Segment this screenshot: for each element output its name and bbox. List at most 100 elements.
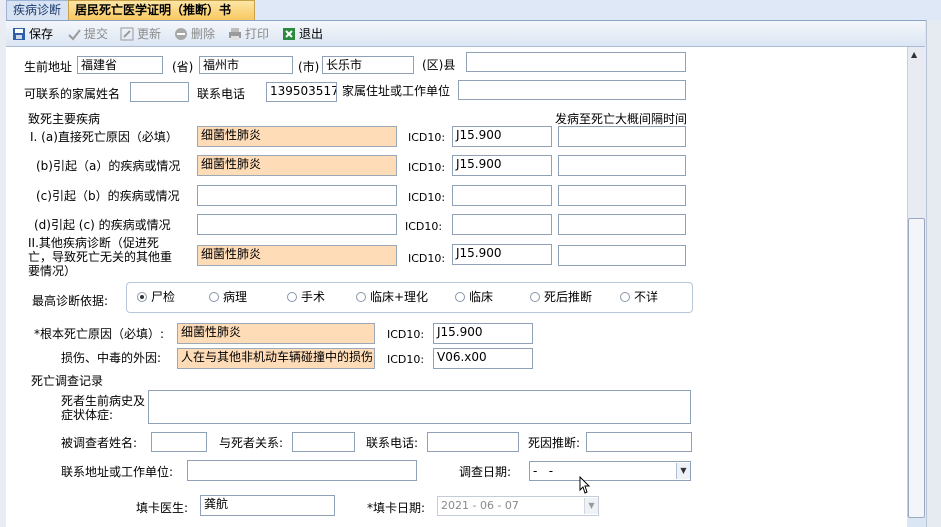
external-cause-icd-label: ICD10: xyxy=(387,353,425,366)
cause-a-icd-field[interactable]: J15.900 xyxy=(452,126,552,147)
mouse-cursor-icon xyxy=(579,475,591,497)
cause-c-icd-field[interactable] xyxy=(452,185,552,206)
radio-autopsy[interactable]: 尸检 xyxy=(137,288,175,305)
radio-icon xyxy=(356,292,366,302)
external-cause-field[interactable]: 人在与其他非机动车辆碰撞中的损伤 xyxy=(177,348,375,369)
root-cause-icd-field[interactable]: J15.900 xyxy=(433,323,533,344)
contact-phone-field[interactable] xyxy=(427,432,519,452)
family-phone-field[interactable]: 13950351793 xyxy=(266,82,337,102)
cause-inference-field[interactable] xyxy=(586,432,692,452)
radio-icon xyxy=(209,292,219,302)
cause-a-interval-field[interactable] xyxy=(558,126,686,147)
delete-label: 删除 xyxy=(191,27,216,41)
radio-unknown[interactable]: 不详 xyxy=(620,288,658,305)
history-field[interactable] xyxy=(148,390,691,424)
contact-phone-label: 联系电话: xyxy=(366,436,419,450)
district-field[interactable]: 长乐市 xyxy=(322,56,414,74)
other-diagnosis-icd-label: ICD10: xyxy=(408,252,446,265)
diagnosis-basis-label: 最高诊断依据: xyxy=(32,294,109,308)
radio-clinical[interactable]: 临床 xyxy=(455,288,493,305)
minus-circle-icon xyxy=(174,27,188,41)
radio-pathology[interactable]: 病理 xyxy=(209,288,247,305)
cause-b-field[interactable]: 细菌性肺炎 xyxy=(197,155,397,176)
dropdown-arrow-icon[interactable]: ▼ xyxy=(584,498,598,514)
district-unit: (区)县 xyxy=(422,58,456,72)
cause-d-icd-label: ICD10: xyxy=(405,220,443,233)
print-label: 打印 xyxy=(245,27,270,41)
relation-label: 与死者关系: xyxy=(219,436,284,450)
other-diagnosis-label: II.其他疾病诊断（促进死亡，导致死亡无关的其他重要情况） xyxy=(28,236,173,278)
radio-pathology-label: 病理 xyxy=(223,290,248,304)
fill-date-picker[interactable]: 2021 - 06 - 07 ▼ xyxy=(437,496,599,516)
fill-date-value: 2021 - 06 - 07 xyxy=(441,499,519,512)
investigation-date-label: 调查日期: xyxy=(459,465,512,479)
cause-d-field[interactable] xyxy=(197,214,397,235)
main-disease-section-label: 致死主要疾病 xyxy=(28,112,101,126)
cause-b-icd-field[interactable]: J15.900 xyxy=(452,155,552,176)
fill-date-label: *填卡日期: xyxy=(367,501,426,515)
check-icon xyxy=(67,27,81,41)
contact-address-field[interactable] xyxy=(187,460,417,481)
scrollbar-thumb[interactable] xyxy=(908,218,925,518)
right-panel-strip xyxy=(926,20,941,527)
city-unit: (市) xyxy=(298,60,320,74)
family-name-field[interactable] xyxy=(130,82,189,102)
print-button[interactable]: 打印 xyxy=(228,25,269,43)
external-cause-label: 损伤、中毒的外因: xyxy=(61,351,162,365)
family-address-field[interactable] xyxy=(458,80,686,100)
radio-selected-icon xyxy=(137,292,147,302)
province-field[interactable]: 福建省 xyxy=(77,56,163,74)
radio-icon xyxy=(455,292,465,302)
cause-inference-label: 死因推断: xyxy=(528,436,581,450)
doctor-label: 填卡医生: xyxy=(136,501,189,515)
external-cause-icd-field[interactable]: V06.x00 xyxy=(433,348,533,369)
exit-button[interactable]: 退出 xyxy=(282,25,323,43)
other-diagnosis-field[interactable]: 细菌性肺炎 xyxy=(197,245,397,266)
radio-postmortem-inference[interactable]: 死后推断 xyxy=(530,288,592,305)
family-name-label: 可联系的家属姓名 xyxy=(24,87,121,101)
submit-button[interactable]: 提交 xyxy=(67,25,108,43)
update-label: 更新 xyxy=(137,27,162,41)
radio-icon xyxy=(287,292,297,302)
investigated-person-label: 被调查者姓名: xyxy=(61,436,138,450)
cause-b-interval-field[interactable] xyxy=(558,155,686,176)
radio-clinical-lab[interactable]: 临床+理化 xyxy=(356,288,428,305)
cause-d-interval-field[interactable] xyxy=(558,214,686,235)
investigated-person-field[interactable] xyxy=(151,432,207,452)
cause-c-field[interactable] xyxy=(197,185,397,206)
radio-surgery[interactable]: 手术 xyxy=(287,288,325,305)
doctor-field[interactable]: 龚航 xyxy=(200,495,335,516)
investigation-date-picker[interactable]: - - ▼ xyxy=(529,461,691,481)
submit-label: 提交 xyxy=(84,27,109,41)
root-cause-icd-label: ICD10: xyxy=(387,328,425,341)
delete-button[interactable]: 删除 xyxy=(174,25,215,43)
dropdown-arrow-icon[interactable]: ▼ xyxy=(676,463,690,479)
other-diagnosis-icd-field[interactable]: J15.900 xyxy=(452,244,552,265)
radio-clinical-lab-label: 临床+理化 xyxy=(370,290,429,304)
radio-surgery-label: 手术 xyxy=(301,290,326,304)
relation-field[interactable] xyxy=(292,432,355,452)
city-field[interactable]: 福州市 xyxy=(199,56,293,74)
root-cause-field[interactable]: 细菌性肺炎 xyxy=(177,323,375,344)
save-label: 保存 xyxy=(29,27,54,41)
save-button[interactable]: 保存 xyxy=(12,25,53,43)
other-diagnosis-interval-field[interactable] xyxy=(558,245,686,266)
cause-c-interval-field[interactable] xyxy=(558,185,686,206)
update-button[interactable]: 更新 xyxy=(120,25,161,43)
scroll-up-icon[interactable]: ▲ xyxy=(911,50,917,59)
root-cause-label: *根本死亡原因（必填）: xyxy=(34,327,165,341)
province-unit: (省) xyxy=(172,60,194,74)
interval-header: 发病至死亡大概间隔时间 xyxy=(555,112,688,126)
investigation-date-value: - - xyxy=(533,464,554,478)
cause-b-icd-label: ICD10: xyxy=(408,161,446,174)
cause-c-icd-label: ICD10: xyxy=(408,191,446,204)
cause-a-field[interactable]: 细菌性肺炎 xyxy=(197,126,397,147)
history-label: 死者生前病史及症状体症: xyxy=(61,394,146,422)
tab-death-certificate[interactable]: 居民死亡医学证明（推断）书 xyxy=(68,0,255,20)
radio-icon xyxy=(530,292,540,302)
family-phone-label: 联系电话 xyxy=(197,87,246,101)
address-detail-field[interactable] xyxy=(466,52,686,72)
cause-d-icd-field[interactable] xyxy=(452,214,552,235)
radio-unknown-label: 不详 xyxy=(634,290,659,304)
radio-autopsy-label: 尸检 xyxy=(151,290,176,304)
